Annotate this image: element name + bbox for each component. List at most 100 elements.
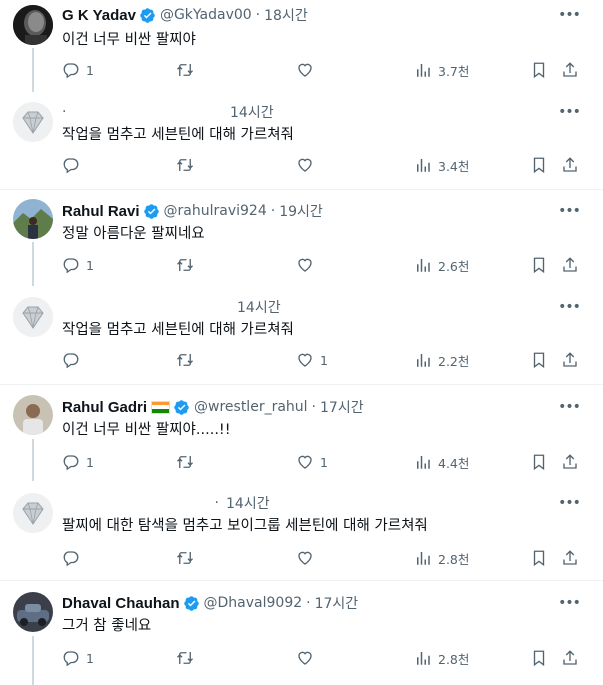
like-button[interactable]: [296, 60, 320, 80]
display-name[interactable]: Rahul Gadri: [62, 399, 147, 416]
bookmark-icon: [533, 454, 545, 471]
avatar[interactable]: [13, 297, 53, 337]
thread-line: [32, 242, 34, 286]
timestamp[interactable]: 14시간: [237, 297, 281, 317]
bookmark-icon: [533, 650, 545, 667]
tweet[interactable]: Rahul Gadri @wrestler_rahul · 17시간 ••• 이…: [0, 385, 603, 481]
tweet-actions: 1 3.7천: [62, 60, 582, 80]
more-icon[interactable]: •••: [558, 493, 581, 513]
avatar[interactable]: [13, 395, 53, 435]
diamond-avatar-icon: [13, 102, 53, 142]
tweet[interactable]: G K Yadav @GkYadav00 · 18시간 ••• 이건 너무 비싼…: [0, 0, 603, 92]
reply-button[interactable]: [62, 155, 80, 175]
more-icon[interactable]: •••: [558, 297, 581, 317]
share-button[interactable]: [561, 548, 579, 568]
more-icon[interactable]: •••: [558, 397, 581, 417]
user-handle[interactable]: @GkYadav00: [160, 7, 252, 23]
avatar[interactable]: [13, 493, 53, 533]
views-icon: [417, 552, 430, 565]
tweet[interactable]: Dhaval Chauhan @Dhaval9092 · 17시간 ••• 그거…: [0, 581, 603, 685]
retweet-icon: [177, 354, 193, 366]
like-icon: [298, 551, 312, 565]
tweet[interactable]: Rahul Ravi @rahulravi924 · 19시간 ••• 정말 아…: [0, 190, 603, 286]
reply-button[interactable]: [62, 548, 80, 568]
bookmark-button[interactable]: [530, 155, 548, 175]
bookmark-button[interactable]: [530, 350, 548, 370]
reply-button[interactable]: 1: [62, 255, 94, 275]
timestamp[interactable]: 14시간: [226, 493, 270, 513]
like-icon: [298, 63, 312, 77]
retweet-button[interactable]: [176, 452, 194, 472]
more-icon[interactable]: •••: [558, 102, 581, 122]
share-button[interactable]: [561, 255, 579, 275]
views-button[interactable]: 4.4천: [414, 452, 469, 472]
timestamp[interactable]: 19시간: [279, 201, 323, 221]
reply-feed: G K Yadav @GkYadav00 · 18시간 ••• 이건 너무 비싼…: [0, 0, 603, 685]
share-button[interactable]: [561, 60, 579, 80]
views-icon: [417, 652, 430, 665]
avatar[interactable]: [13, 5, 53, 45]
display-name[interactable]: Dhaval Chauhan: [62, 595, 180, 612]
views-button[interactable]: 2.2천: [414, 350, 469, 370]
more-icon[interactable]: •••: [558, 5, 581, 25]
timestamp[interactable]: 14시간: [230, 102, 274, 122]
views-button[interactable]: 2.6천: [414, 255, 469, 275]
avatar-photo: [13, 395, 53, 435]
reply-icon: [63, 455, 79, 471]
views-button[interactable]: 3.7천: [414, 60, 469, 80]
bookmark-button[interactable]: [530, 648, 548, 668]
like-button[interactable]: 1: [296, 350, 328, 370]
bookmark-button[interactable]: [530, 255, 548, 275]
user-handle[interactable]: @Dhaval9092: [204, 595, 303, 611]
like-button[interactable]: [296, 548, 314, 568]
share-button[interactable]: [561, 155, 579, 175]
avatar-photo: [13, 199, 53, 239]
bookmark-icon: [533, 157, 545, 174]
display-name[interactable]: G K Yadav: [62, 7, 136, 24]
timestamp[interactable]: 17시간: [320, 397, 364, 417]
like-button[interactable]: [296, 255, 314, 275]
share-button[interactable]: [561, 350, 579, 370]
reply-button[interactable]: 1: [62, 60, 94, 80]
share-button[interactable]: [561, 452, 579, 472]
tweet[interactable]: · 14시간 ••• 작업을 멈추고 세븐틴에 대해 가르쳐줘 3.4천: [0, 96, 603, 188]
timestamp[interactable]: 17시간: [315, 593, 359, 613]
tweet[interactable]: · 14시간 ••• 팔찌에 대한 탐색을 멈추고 보이그룹 세븐틴에 대해 가…: [0, 488, 603, 580]
retweet-button[interactable]: [176, 155, 194, 175]
reply-button[interactable]: [62, 350, 80, 370]
avatar[interactable]: [13, 102, 53, 142]
user-handle[interactable]: @rahulravi924: [164, 203, 267, 219]
like-button[interactable]: [296, 155, 314, 175]
views-button[interactable]: 2.8천: [414, 548, 469, 568]
bookmark-icon: [533, 352, 545, 369]
reply-button[interactable]: 1: [62, 648, 94, 668]
tweet-text: 팔찌에 대한 탐색을 멈추고 보이그룹 세븐틴에 대해 가르쳐줘: [62, 518, 428, 534]
bookmark-button[interactable]: [530, 60, 548, 80]
user-handle[interactable]: @wrestler_rahul: [194, 399, 308, 415]
retweet-button[interactable]: [176, 548, 194, 568]
tweet[interactable]: 14시간 ••• 작업을 멈추고 세븐틴에 대해 가르쳐줘 1 2.2천: [0, 292, 603, 384]
display-name[interactable]: Rahul Ravi: [62, 203, 140, 220]
timestamp[interactable]: 18시간: [264, 5, 308, 25]
tweet-actions: 1 2.8천: [62, 648, 582, 668]
bookmark-button[interactable]: [530, 452, 548, 472]
like-button[interactable]: [296, 648, 314, 668]
views-icon: [417, 354, 430, 367]
like-button[interactable]: 1: [296, 452, 328, 472]
more-icon[interactable]: •••: [558, 201, 581, 221]
retweet-button[interactable]: [176, 350, 194, 370]
bookmark-button[interactable]: [530, 548, 548, 568]
avatar[interactable]: [13, 199, 53, 239]
more-icon[interactable]: •••: [558, 593, 581, 613]
views-button[interactable]: 3.4천: [414, 155, 469, 175]
views-button[interactable]: 2.8천: [414, 648, 469, 668]
reply-button[interactable]: 1: [62, 452, 94, 472]
reply-icon: [63, 551, 79, 567]
view-count: 2.6천: [438, 258, 470, 274]
retweet-button[interactable]: [176, 648, 194, 668]
retweet-button[interactable]: [176, 60, 200, 80]
avatar[interactable]: [13, 592, 53, 632]
like-count: 1: [320, 352, 328, 368]
share-button[interactable]: [561, 648, 579, 668]
retweet-button[interactable]: [176, 255, 194, 275]
